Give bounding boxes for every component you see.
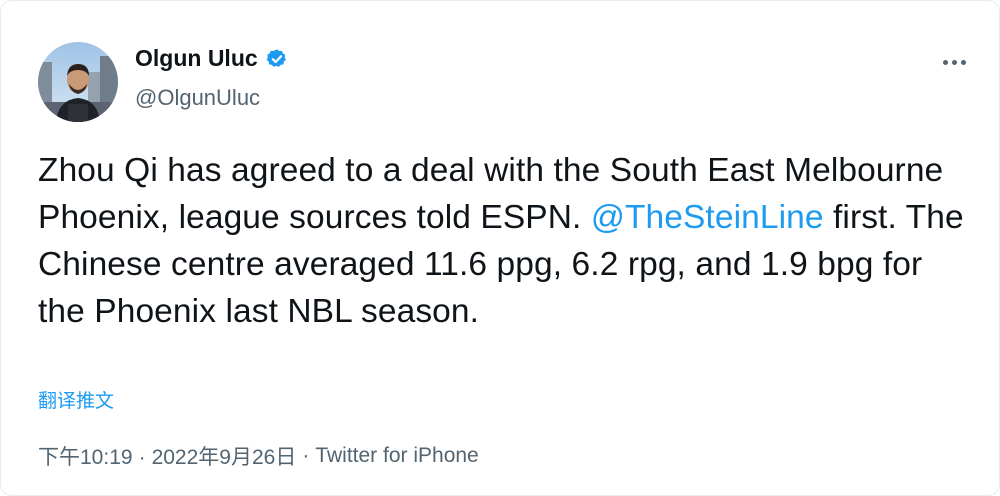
tweet-date: 2022年9月26日 [151,446,297,469]
avatar-image [38,42,118,122]
mention-link[interactable]: @TheSteinLine [591,199,824,236]
translate-tweet-link[interactable]: 翻译推文 [38,386,114,413]
tweet-timestamp[interactable]: 下午10:19 · 2022年9月26日 [38,441,296,471]
more-options-icon[interactable] [939,47,969,77]
more-dot-icon [942,59,948,65]
tweet-time: 下午10:19 [38,446,133,469]
author-name-row: Olgun Uluc [135,47,288,70]
more-dot-icon [951,59,957,65]
tweet-text: Zhou Qi has agreed to a deal with the So… [38,147,973,335]
avatar[interactable] [38,42,118,122]
meta-separator: · [138,446,146,469]
tweet-meta: 下午10:19 · 2022年9月26日 · Twitter for iPhone [38,441,479,471]
meta-separator: · [302,444,310,467]
more-dot-icon [960,59,966,65]
tweet-source[interactable]: Twitter for iPhone [315,444,478,468]
author-handle[interactable]: @OlgunUluc [135,85,260,111]
author-display-name[interactable]: Olgun Uluc [135,47,258,70]
tweet-card: Olgun Uluc @OlgunUluc Zhou Qi has agreed… [0,0,1000,496]
verified-badge-icon [266,48,288,70]
